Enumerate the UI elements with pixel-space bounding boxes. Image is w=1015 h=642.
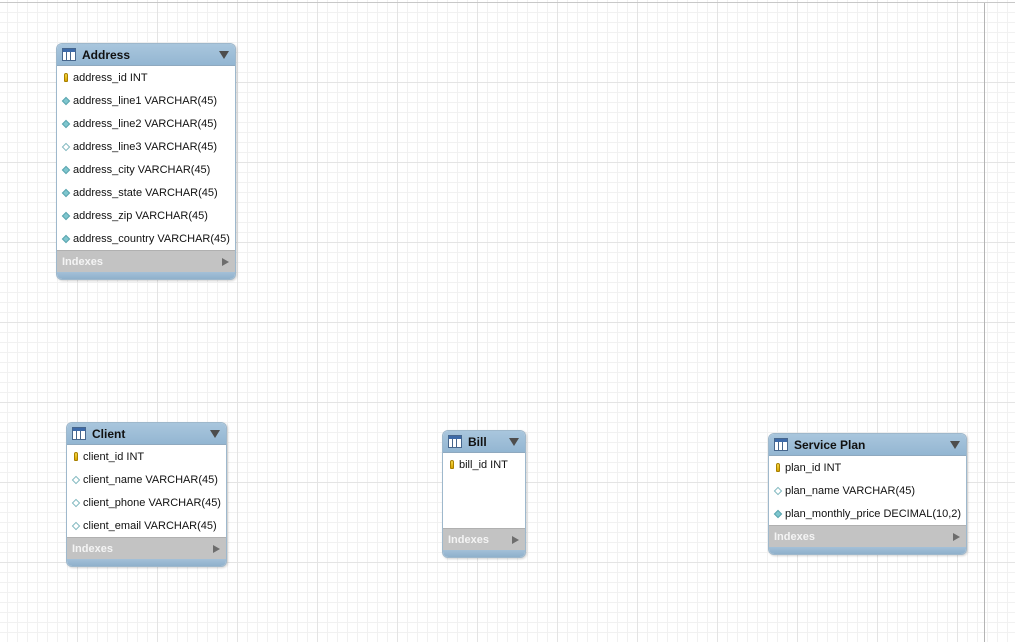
column-row[interactable]: address_id INT (57, 66, 235, 89)
column-label: plan_monthly_price DECIMAL(10,2) (785, 507, 962, 520)
column-row[interactable]: client_email VARCHAR(45) (67, 514, 226, 537)
entity-header[interactable]: Service Plan (769, 434, 966, 456)
collapse-arrow-icon[interactable] (509, 437, 519, 446)
table-icon (62, 48, 76, 61)
column-row[interactable]: plan_name VARCHAR(45) (769, 479, 966, 502)
column-row[interactable]: bill_id INT (443, 453, 525, 476)
entity-title: Bill (468, 434, 487, 449)
column-nullable-icon (773, 486, 783, 495)
column-filled-icon (61, 96, 71, 105)
entity-bill[interactable]: Bill bill_id INT Indexes (442, 430, 526, 558)
column-list: address_id INT address_line1 VARCHAR(45)… (57, 66, 235, 250)
expand-arrow-icon[interactable] (213, 544, 220, 553)
entity-address[interactable]: Address address_id INT address_line1 VAR… (56, 43, 236, 280)
indexes-label: Indexes (774, 530, 815, 543)
column-row[interactable]: plan_id INT (769, 456, 966, 479)
primary-key-icon (61, 73, 71, 82)
indexes-section[interactable]: Indexes (57, 250, 235, 272)
indexes-section[interactable]: Indexes (67, 537, 226, 559)
indexes-section[interactable]: Indexes (443, 528, 525, 550)
column-row[interactable]: client_name VARCHAR(45) (67, 468, 226, 491)
column-filled-icon (61, 165, 71, 174)
entity-client[interactable]: Client client_id INT client_name VARCHAR… (66, 422, 227, 567)
column-label: client_email VARCHAR(45) (83, 519, 217, 532)
column-filled-icon (773, 509, 783, 518)
column-label: address_country VARCHAR(45) (73, 232, 230, 245)
table-icon (72, 427, 86, 440)
column-label: address_id INT (73, 71, 148, 84)
entity-footer (443, 550, 525, 557)
column-row[interactable]: address_line1 VARCHAR(45) (57, 89, 235, 112)
primary-key-icon (447, 460, 457, 469)
indexes-label: Indexes (72, 542, 113, 555)
indexes-label: Indexes (448, 533, 489, 546)
column-label: plan_name VARCHAR(45) (785, 484, 916, 497)
table-icon (774, 438, 788, 451)
entity-footer (67, 559, 226, 566)
canvas-top-border (0, 2, 1015, 3)
column-list: client_id INT client_name VARCHAR(45) cl… (67, 445, 226, 537)
column-row[interactable]: address_city VARCHAR(45) (57, 158, 235, 181)
column-row[interactable]: address_line2 VARCHAR(45) (57, 112, 235, 135)
column-list: plan_id INT plan_name VARCHAR(45) plan_m… (769, 456, 966, 525)
column-row[interactable]: address_state VARCHAR(45) (57, 181, 235, 204)
column-row[interactable]: address_zip VARCHAR(45) (57, 204, 235, 227)
collapse-arrow-icon[interactable] (219, 50, 229, 59)
column-filled-icon (61, 234, 71, 243)
column-nullable-icon (71, 475, 81, 484)
entity-header[interactable]: Client (67, 423, 226, 445)
column-label: client_phone VARCHAR(45) (83, 496, 221, 509)
entity-header[interactable]: Address (57, 44, 235, 66)
entity-footer (57, 272, 235, 279)
column-row[interactable]: address_line3 VARCHAR(45) (57, 135, 235, 158)
column-label: address_line2 VARCHAR(45) (73, 117, 218, 130)
column-nullable-icon (61, 142, 71, 151)
column-label: address_line1 VARCHAR(45) (73, 94, 218, 107)
collapse-arrow-icon[interactable] (950, 440, 960, 449)
entity-footer (769, 547, 966, 554)
entity-service-plan[interactable]: Service Plan plan_id INT plan_name VARCH… (768, 433, 967, 555)
expand-arrow-icon[interactable] (222, 257, 229, 266)
column-label: client_id INT (83, 450, 145, 463)
column-nullable-icon (71, 521, 81, 530)
column-label: address_zip VARCHAR(45) (73, 209, 208, 222)
column-nullable-icon (71, 498, 81, 507)
primary-key-icon (71, 452, 81, 461)
canvas-page-boundary (984, 3, 985, 642)
column-row[interactable]: client_id INT (67, 445, 226, 468)
primary-key-icon (773, 463, 783, 472)
column-filled-icon (61, 211, 71, 220)
column-filled-icon (61, 119, 71, 128)
table-icon (448, 435, 462, 448)
column-label: plan_id INT (785, 461, 842, 474)
entity-header[interactable]: Bill (443, 431, 525, 453)
collapse-arrow-icon[interactable] (210, 429, 220, 438)
column-label: bill_id INT (459, 458, 508, 471)
expand-arrow-icon[interactable] (512, 535, 519, 544)
column-row[interactable]: client_phone VARCHAR(45) (67, 491, 226, 514)
column-row[interactable]: address_country VARCHAR(45) (57, 227, 235, 250)
column-filled-icon (61, 188, 71, 197)
column-list: bill_id INT (443, 453, 525, 528)
indexes-section[interactable]: Indexes (769, 525, 966, 547)
entity-title: Service Plan (794, 437, 866, 452)
column-label: address_line3 VARCHAR(45) (73, 140, 218, 153)
column-label: address_city VARCHAR(45) (73, 163, 211, 176)
entity-title: Address (82, 47, 131, 62)
entity-title: Client (92, 426, 126, 441)
expand-arrow-icon[interactable] (953, 532, 960, 541)
column-row[interactable]: plan_monthly_price DECIMAL(10,2) (769, 502, 966, 525)
indexes-label: Indexes (62, 255, 103, 268)
column-label: address_state VARCHAR(45) (73, 186, 218, 199)
column-label: client_name VARCHAR(45) (83, 473, 218, 486)
